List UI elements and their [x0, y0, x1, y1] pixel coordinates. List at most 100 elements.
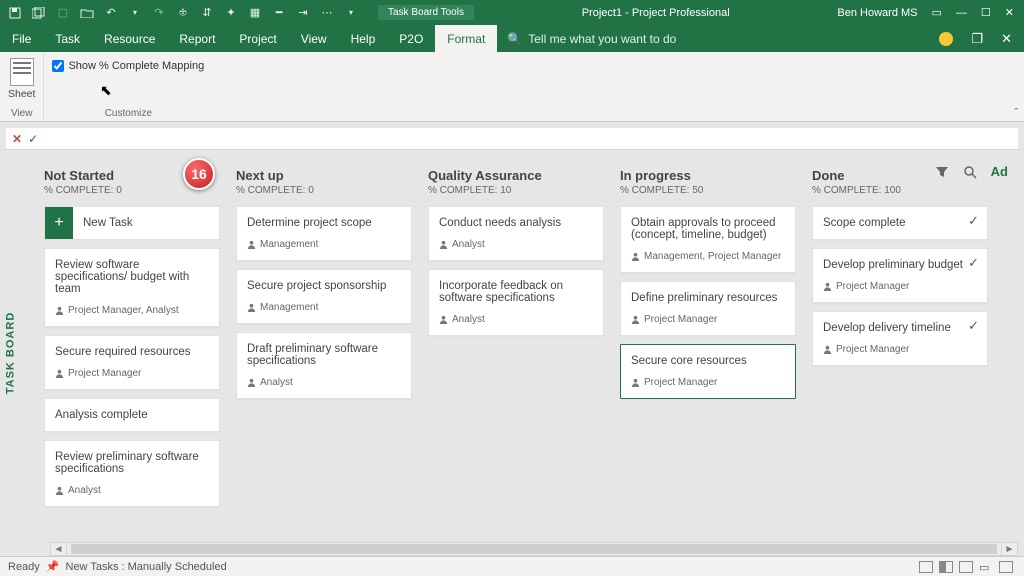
- task-card[interactable]: Conduct needs analysisAnalyst: [428, 206, 604, 261]
- entry-input[interactable]: [44, 132, 1012, 146]
- close-window-icon[interactable]: ✕: [1005, 6, 1014, 19]
- tab-view[interactable]: View: [289, 25, 339, 52]
- card-assignees: Project Manager: [823, 344, 977, 355]
- card-title: Obtain approvals to proceed (concept, ti…: [631, 217, 785, 241]
- sheet-button-label[interactable]: Sheet: [8, 88, 35, 100]
- tell-me-search[interactable]: 🔍 Tell me what you want to do: [497, 25, 939, 52]
- new-task-label: New Task: [73, 207, 143, 239]
- task-card[interactable]: Develop delivery timeline✓Project Manage…: [812, 311, 988, 366]
- close-pane-icon[interactable]: ✕: [1001, 31, 1012, 47]
- link-icon[interactable]: 🕁: [176, 6, 190, 20]
- card-title: Develop preliminary budget: [823, 259, 977, 271]
- undo-icon[interactable]: ↶: [104, 6, 118, 20]
- board-side-label: TASK BOARD: [0, 150, 20, 556]
- tab-report[interactable]: Report: [167, 25, 227, 52]
- entry-bar: ✕ ✓: [6, 128, 1018, 150]
- task-card[interactable]: Scope complete✓: [812, 206, 988, 240]
- column-title[interactable]: Next up: [236, 168, 412, 183]
- card-assignees: Analyst: [55, 485, 209, 496]
- check-done-icon: ✓: [968, 255, 979, 271]
- card-assignees: Analyst: [247, 377, 401, 388]
- window-controls: Ben Howard MS ▭ — ☐ ✕: [837, 6, 1024, 19]
- status-schedule-mode[interactable]: New Tasks : Manually Scheduled: [66, 561, 227, 573]
- task-card[interactable]: Secure project sponsorshipManagement: [236, 269, 412, 324]
- ribbon: Sheet View Show % Complete Mapping Custo…: [0, 52, 1024, 122]
- view-shortcut-5[interactable]: [999, 561, 1013, 573]
- card-title: Draft preliminary software specification…: [247, 343, 401, 367]
- show-pct-complete-input[interactable]: [52, 60, 64, 72]
- task-card[interactable]: Review preliminary software specificatio…: [44, 440, 220, 507]
- tab-file[interactable]: File: [0, 25, 43, 52]
- collapse-ribbon-icon[interactable]: ˆ: [1014, 107, 1018, 119]
- undo-dropdown-icon[interactable]: ▾: [128, 6, 142, 20]
- view-shortcut-1[interactable]: [919, 561, 933, 573]
- card-assignees: Analyst: [439, 314, 593, 325]
- tab-help[interactable]: Help: [339, 25, 388, 52]
- more-icon[interactable]: ⋯: [320, 6, 334, 20]
- new-task-button[interactable]: +New Task: [44, 206, 220, 240]
- column-title[interactable]: Quality Assurance: [428, 168, 604, 183]
- minimize-ribbon-icon[interactable]: ▭: [932, 6, 942, 19]
- task-card[interactable]: Secure required resources Project Manager: [44, 335, 220, 390]
- task-card[interactable]: Analysis complete: [44, 398, 220, 432]
- tab-resource[interactable]: Resource: [92, 25, 167, 52]
- cancel-entry-icon[interactable]: ✕: [12, 132, 22, 146]
- show-pct-complete-checkbox[interactable]: Show % Complete Mapping: [52, 54, 204, 72]
- filter-icon[interactable]: [935, 165, 949, 179]
- view-shortcut-4[interactable]: ▭: [979, 561, 993, 573]
- ribbon-tabs: FileTaskResourceReportProjectViewHelpP2O…: [0, 25, 1024, 52]
- column-subtitle: % COMPLETE: 100: [812, 185, 988, 196]
- tab-p2o[interactable]: P2O: [387, 25, 435, 52]
- accept-entry-icon[interactable]: ✓: [28, 132, 38, 146]
- card-title: Review software specifications/ budget w…: [55, 259, 209, 295]
- view-shortcut-3[interactable]: [959, 561, 973, 573]
- scroll-left-icon[interactable]: ◄: [51, 543, 67, 555]
- ribbon-group-customize: Show % Complete Mapping Customize: [44, 52, 212, 121]
- task-card[interactable]: Obtain approvals to proceed (concept, ti…: [620, 206, 796, 273]
- view-shortcut-2[interactable]: [939, 561, 953, 573]
- task-card[interactable]: Determine project scopeManagement: [236, 206, 412, 261]
- maximize-window-icon[interactable]: ☐: [981, 6, 991, 19]
- card-assignees: Project Manager: [55, 368, 209, 379]
- feedback-emoji-icon[interactable]: [939, 32, 953, 46]
- restore-down-icon[interactable]: ❐: [971, 31, 983, 47]
- open-icon[interactable]: [80, 6, 94, 20]
- column-title[interactable]: In progress: [620, 168, 796, 183]
- tab-format[interactable]: Format: [435, 25, 497, 52]
- search-board-icon[interactable]: [963, 165, 977, 179]
- task-card[interactable]: Develop preliminary budget✓Project Manag…: [812, 248, 988, 303]
- minimize-window-icon[interactable]: —: [956, 7, 967, 19]
- horizontal-scrollbar[interactable]: ◄ ►: [50, 542, 1018, 556]
- save-all-icon[interactable]: [32, 6, 46, 20]
- card-assignees: Project Manager: [631, 377, 785, 388]
- task-card[interactable]: Incorporate feedback on software specifi…: [428, 269, 604, 336]
- tab-task[interactable]: Task: [43, 25, 92, 52]
- card-assignees: Project Manager, Analyst: [55, 305, 209, 316]
- timeline-icon[interactable]: ━: [272, 6, 286, 20]
- task-card[interactable]: Review software specifications/ budget w…: [44, 248, 220, 327]
- task-card[interactable]: Draft preliminary software specification…: [236, 332, 412, 399]
- column-subtitle: % COMPLETE: 10: [428, 185, 604, 196]
- task-card[interactable]: Secure core resources Project Manager: [620, 344, 796, 399]
- save-icon[interactable]: [8, 6, 22, 20]
- tell-me-placeholder: Tell me what you want to do: [528, 32, 676, 46]
- card-title: Incorporate feedback on software specifi…: [439, 280, 593, 304]
- pin-icon[interactable]: 📌: [46, 560, 60, 573]
- sheet-icon[interactable]: [10, 58, 34, 86]
- column-in-progress: In progress% COMPLETE: 50Obtain approval…: [620, 168, 796, 515]
- redo-icon[interactable]: ↷: [152, 6, 166, 20]
- card-title: Secure required resources: [55, 346, 209, 358]
- task-icon[interactable]: ✦: [224, 6, 238, 20]
- calendar-icon[interactable]: ▦: [248, 6, 262, 20]
- qat-dropdown-icon[interactable]: ▾: [344, 6, 358, 20]
- scroll-right-icon[interactable]: ►: [1001, 543, 1017, 555]
- user-name[interactable]: Ben Howard MS: [837, 7, 917, 19]
- add-column-button[interactable]: Ad: [991, 164, 1008, 179]
- tab-project[interactable]: Project: [227, 25, 288, 52]
- ribbon-group-customize-label: Customize: [105, 108, 152, 121]
- indent-icon[interactable]: ⇥: [296, 6, 310, 20]
- sync-icon[interactable]: ⇵: [200, 6, 214, 20]
- scroll-thumb[interactable]: [71, 544, 997, 554]
- task-card[interactable]: Define preliminary resourcesProject Mana…: [620, 281, 796, 336]
- card-title: Secure core resources: [631, 355, 785, 367]
